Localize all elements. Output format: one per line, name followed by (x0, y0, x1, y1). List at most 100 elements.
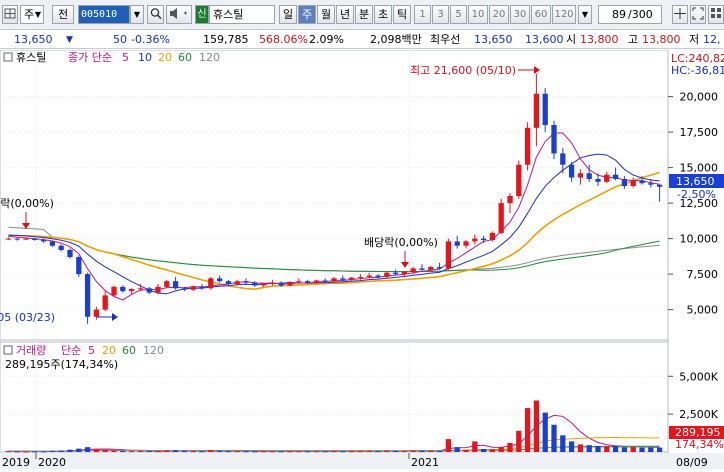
candle-body (560, 153, 566, 165)
grid-toggle-icon[interactable] (708, 5, 724, 24)
expand-icon[interactable] (690, 5, 706, 24)
low-label: 저 (689, 33, 700, 46)
volume-bar (155, 451, 161, 453)
volume-bar (287, 451, 293, 453)
candle-body (269, 282, 276, 284)
interval-button[interactable]: 20 (489, 5, 509, 24)
candle-body (111, 286, 117, 296)
volume-bar (436, 450, 443, 452)
candle-body (612, 174, 619, 179)
candle-body (172, 281, 179, 289)
grid-icon[interactable] (2, 5, 18, 24)
volume-bar (296, 451, 302, 453)
candle-body (384, 272, 390, 277)
interval-button[interactable]: 30 (510, 5, 530, 24)
volume-bar (304, 451, 311, 453)
dividend-annotation-left: 배당락(0,00%) (0, 197, 54, 210)
candle-body (234, 281, 240, 285)
ma-label: 종가 단순 (68, 51, 112, 64)
tab-period-second[interactable]: 초 (374, 5, 392, 24)
speaker-icon[interactable] (166, 5, 192, 24)
volume-bar (498, 447, 504, 452)
candle-body (454, 241, 460, 246)
count-input[interactable]: 89 (598, 5, 628, 24)
volume-bar (366, 451, 372, 453)
candle-body (93, 309, 100, 317)
volume-bar (568, 441, 575, 452)
candle-body (445, 241, 452, 269)
volume-bar (348, 451, 355, 453)
mode-select[interactable]: 주 ▼ (20, 5, 44, 24)
code-dropdown-chevron-icon[interactable]: ▼ (130, 5, 144, 24)
volume-bar (516, 430, 522, 452)
interval-chevron-down-icon[interactable]: ▼ (578, 5, 592, 24)
stock-name-field[interactable]: 휴스틸 (209, 5, 275, 24)
candle-body (84, 274, 91, 317)
volume-bar (384, 450, 390, 452)
stock-code-input[interactable]: 005010 (78, 5, 130, 24)
price-change: 50 (113, 33, 127, 46)
volume-bar (401, 451, 408, 453)
down-arrow-icon: ▼ (66, 35, 73, 45)
prev-button[interactable]: 전 (52, 5, 74, 24)
price-tick-label: 7,500 (687, 268, 719, 281)
search-icon[interactable] (147, 5, 164, 24)
tab-period-tick[interactable]: 틱 (393, 5, 411, 24)
interval-button[interactable]: 60 (531, 5, 551, 24)
candle-body (375, 275, 381, 277)
volume-bar (551, 424, 557, 452)
candle-body (225, 281, 232, 285)
candle-body (137, 288, 144, 290)
volume-bar (32, 451, 38, 453)
candle-body (604, 174, 610, 182)
stock-chart[interactable]: 휴스틸 종가 단순 5 10 20 60 120 LC:240,82 HC:-3… (0, 49, 724, 469)
interval-button[interactable]: 120 (552, 5, 576, 24)
tab-period-day[interactable]: 일 (279, 5, 297, 24)
interval-button[interactable]: 3 (432, 5, 449, 24)
current-pct-tag: -2.50% (677, 188, 716, 201)
candle-body (577, 173, 584, 178)
volume-bar (463, 449, 469, 452)
bid-price: 13,600 (525, 33, 564, 46)
volume-bar (23, 451, 29, 453)
candle-body (648, 183, 654, 185)
tab-period-year[interactable]: 년 (336, 5, 354, 24)
interval-button[interactable]: 5 (450, 5, 467, 24)
candle-body (278, 282, 284, 286)
volume-bar (577, 444, 584, 452)
volume-bar (76, 448, 82, 452)
volume-bar (340, 451, 346, 453)
candle-body (551, 125, 557, 154)
candle-body (480, 238, 487, 241)
price-panel-frame (0, 49, 669, 341)
volume-bar (5, 451, 12, 453)
x-label-2021: 2021 (411, 456, 439, 469)
trade-value: 2,098백만 (370, 33, 422, 46)
price-tick-label: 5,000 (687, 304, 719, 317)
tab-period-week[interactable]: 주 (298, 5, 316, 24)
volume-bar (454, 447, 460, 452)
open-label: 시 (566, 33, 577, 46)
candle-body (621, 178, 628, 187)
interval-button[interactable]: 10 (468, 5, 488, 24)
tab-period-minute[interactable]: 분 (355, 5, 373, 24)
volume-bar (225, 451, 232, 453)
candle-body (401, 271, 408, 275)
candle-body (243, 281, 249, 283)
volume-bar (507, 442, 513, 452)
interval-button[interactable]: 1 (414, 5, 431, 24)
volume-bar (612, 446, 619, 452)
tab-period-month[interactable]: 월 (317, 5, 335, 24)
volume-bar (49, 450, 56, 452)
candle-body (428, 267, 434, 270)
crosshair-icon[interactable] (672, 5, 688, 24)
candle-body (639, 180, 645, 184)
x-label-2019: 2019 (2, 456, 30, 469)
volume-bar (639, 447, 645, 452)
candle-body (287, 281, 293, 286)
mode-label: 주 (24, 8, 35, 21)
ask-price: 13,650 (474, 33, 513, 46)
chart-area[interactable]: 휴스틸 종가 단순 5 10 20 60 120 LC:240,82 HC:-3… (0, 49, 724, 469)
volume-bar (111, 450, 117, 452)
candle-body (313, 280, 320, 283)
